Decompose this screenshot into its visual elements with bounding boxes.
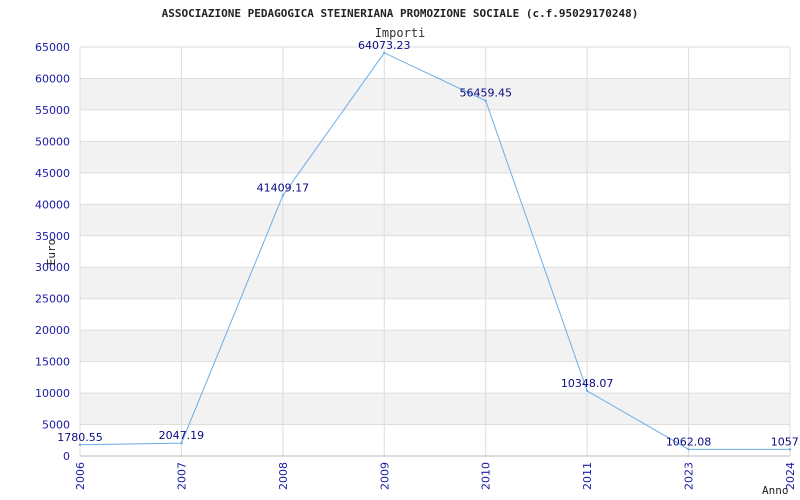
data-label: 2047.19 — [159, 429, 205, 442]
y-tick-label: 40000 — [35, 198, 70, 211]
y-tick-label: 55000 — [35, 104, 70, 117]
grid-band — [80, 393, 790, 425]
data-label: 10348.07 — [561, 377, 614, 390]
data-label: 1780.55 — [57, 431, 103, 444]
grid-band — [80, 267, 790, 299]
x-tick-label: 2023 — [683, 462, 696, 490]
chart-title: ASSOCIAZIONE PEDAGOGICA STEINERIANA PROM… — [162, 7, 639, 20]
grid-bands — [80, 78, 790, 425]
data-point — [383, 51, 386, 55]
data-label: 1057.9 — [771, 435, 800, 448]
y-tick-label: 50000 — [35, 135, 70, 148]
data-point — [788, 448, 792, 451]
data-label: 41409.17 — [257, 181, 310, 194]
data-label: 64073.23 — [358, 39, 411, 52]
x-tick-label: 2007 — [175, 462, 188, 490]
x-tick-label: 2009 — [378, 462, 391, 490]
y-tick-label: 5000 — [42, 419, 70, 432]
x-axis-ticks: 2006 2007 2008 2009 2010 2011 2023 2024 — [74, 462, 797, 490]
x-tick-label: 2006 — [74, 462, 87, 490]
data-label: 56459.45 — [459, 87, 512, 100]
grid-band — [80, 78, 790, 110]
grid-band — [80, 204, 790, 236]
y-axis-label: Euro — [45, 239, 58, 266]
x-tick-label: 2008 — [277, 462, 290, 490]
x-tick-label: 2011 — [581, 462, 594, 490]
y-tick-label: 0 — [63, 450, 70, 463]
y-tick-label: 20000 — [35, 324, 70, 337]
y-tick-label: 65000 — [35, 41, 70, 54]
y-tick-label: 45000 — [35, 167, 70, 180]
y-tick-label: 15000 — [35, 356, 70, 369]
data-point — [484, 99, 487, 102]
y-tick-label: 25000 — [35, 293, 70, 306]
x-axis-label: Anno — [762, 484, 789, 497]
data-point — [585, 389, 589, 393]
grid-band — [80, 141, 790, 173]
data-point — [281, 194, 285, 197]
data-point — [687, 448, 690, 451]
y-tick-label: 10000 — [35, 387, 70, 400]
data-point — [78, 443, 82, 446]
grid-band — [80, 330, 790, 362]
x-tick-label: 2010 — [480, 462, 493, 490]
data-label: 1062.08 — [666, 435, 712, 448]
series-line — [79, 52, 791, 450]
y-tick-label: 60000 — [35, 72, 70, 85]
line-chart: ASSOCIAZIONE PEDAGOGICA STEINERIANA PROM… — [35, 7, 800, 497]
data-point — [180, 441, 183, 445]
